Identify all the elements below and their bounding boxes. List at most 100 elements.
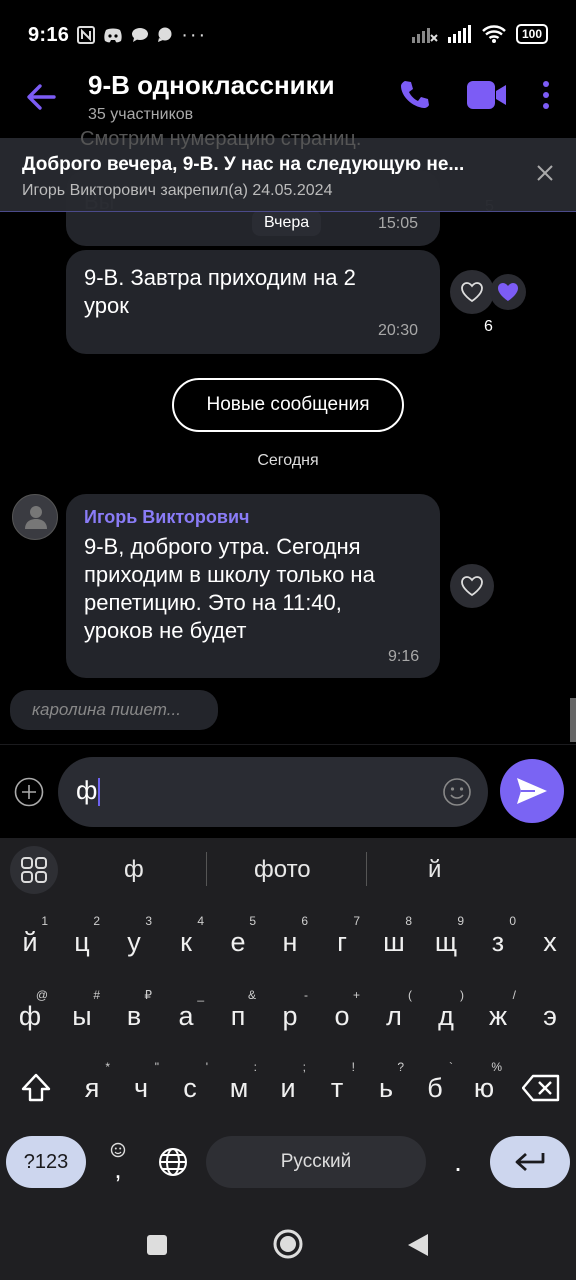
key-secondary-label: 8 (405, 914, 412, 928)
key-secondary-label: 5 (249, 914, 256, 928)
navigation-bar (0, 1206, 576, 1280)
key-secondary-label: + (352, 988, 360, 1002)
key-label: н (282, 926, 298, 957)
key-secondary-label: 7 (353, 914, 360, 928)
video-call-icon[interactable] (466, 80, 508, 110)
globe-icon (159, 1148, 187, 1176)
key-secondary-label: ' (205, 1060, 208, 1074)
more-vert-icon[interactable] (540, 80, 552, 110)
key-row2-3[interactable]: _ а (160, 986, 212, 1046)
key-row1-4[interactable]: 5е (212, 912, 264, 972)
suggestion-3[interactable]: й (428, 856, 441, 884)
pinned-background-text: Смотрим нумерацию страниц. (80, 128, 362, 150)
space-key[interactable]: Русский (206, 1136, 426, 1188)
recents-icon[interactable] (146, 1234, 168, 1256)
home-icon[interactable] (272, 1228, 304, 1260)
key-label: ц (74, 926, 90, 957)
symbols-key[interactable]: ?123 (6, 1136, 86, 1188)
key-row2-10[interactable]: э (524, 986, 576, 1046)
back-nav-icon[interactable] (406, 1232, 430, 1258)
like-reaction-button[interactable] (450, 270, 494, 314)
key-row2-5[interactable]: -р (264, 986, 316, 1046)
scrollbar-thumb[interactable] (570, 698, 576, 742)
key-row2-2[interactable]: ₽ в (108, 986, 160, 1046)
participants-count[interactable]: 35 участников (88, 106, 193, 124)
key-secondary-label: 4 (197, 914, 204, 928)
like-reaction-button[interactable] (450, 564, 494, 608)
battery-indicator: 100 (515, 24, 548, 44)
key-row1-6[interactable]: 7г (316, 912, 368, 972)
key-row2-4[interactable]: & п (212, 986, 264, 1046)
new-messages-button[interactable]: Новые сообщения (172, 378, 404, 432)
key-row3-6[interactable]: ? ь (360, 1058, 412, 1118)
key-row1-1[interactable]: 2ц (56, 912, 108, 972)
liked-reaction-indicator[interactable] (490, 274, 526, 310)
keyboard-apps-button[interactable] (10, 846, 58, 894)
reaction-count: 6 (484, 318, 493, 335)
divider (206, 852, 207, 886)
heart-outline-icon (461, 282, 483, 303)
nfc-icon (77, 26, 96, 44)
status-time: 9:16 (28, 23, 70, 46)
message-text-line: репетицию. Это на 11:40, (84, 590, 342, 615)
key-label: в (126, 1000, 142, 1031)
suggestion-1[interactable]: ф (124, 856, 144, 884)
key-row1-8[interactable]: 9щ (420, 912, 472, 972)
key-label: у (127, 926, 141, 957)
key-row2-0[interactable]: @ ф (4, 986, 56, 1046)
add-attachment-icon[interactable] (14, 777, 44, 807)
key-row3-2[interactable]: ' с (164, 1058, 216, 1118)
key-row2-8[interactable]: ) д (420, 986, 472, 1046)
key-row3-1[interactable]: " ч (115, 1058, 167, 1118)
key-label: п (230, 1000, 246, 1031)
key-label: д (438, 1000, 454, 1031)
send-button[interactable] (500, 759, 564, 823)
key-secondary-label: / (512, 988, 516, 1002)
key-row1-10[interactable]: х (524, 912, 576, 972)
backspace-key[interactable] (514, 1058, 568, 1118)
key-row3-3[interactable]: :м (213, 1058, 265, 1118)
pinned-message-banner[interactable]: Смотрим нумерацию страниц. Доброго вечер… (0, 128, 576, 212)
key-secondary-label: * (105, 1060, 110, 1074)
key-secondary-label: ; (302, 1060, 306, 1074)
key-row3-4[interactable]: ; и (262, 1058, 314, 1118)
emoji-icon[interactable] (442, 777, 472, 807)
phone-icon[interactable] (398, 78, 430, 110)
message-time: 9:16 (388, 648, 420, 665)
enter-key[interactable] (490, 1136, 570, 1188)
key-row2-6[interactable]: + о (316, 986, 368, 1046)
key-label: о (334, 1000, 350, 1031)
message-bubble-yesterday-2[interactable]: 9-В. Завтра приходим на 2 урок 20:30 (66, 250, 440, 354)
key-row1-3[interactable]: 4к (160, 912, 212, 972)
key-row1-0[interactable]: 1й (4, 912, 56, 972)
key-row1-2[interactable]: 3у (108, 912, 160, 972)
avatar[interactable] (12, 494, 58, 540)
key-row3-8[interactable]: % ю (458, 1058, 510, 1118)
message-text-line: приходим в школу только на (84, 562, 375, 587)
key-row2-7[interactable]: (л (368, 986, 420, 1046)
emoji-small-icon (110, 1142, 126, 1158)
key-row2-1[interactable]: # ы (56, 986, 108, 1046)
message-input[interactable]: ф (58, 757, 488, 827)
new-messages-label: Новые сообщения (206, 394, 370, 415)
close-icon[interactable] (536, 164, 554, 182)
chat-title[interactable]: 9-В одноклассники (88, 70, 335, 101)
key-row1-9[interactable]: 0з (472, 912, 524, 972)
suggestion-2[interactable]: фото (254, 856, 311, 884)
key-row3-7[interactable]: ` б (409, 1058, 461, 1118)
key-row3-5[interactable]: ! т (311, 1058, 363, 1118)
shift-key[interactable] (10, 1058, 62, 1118)
heart-filled-icon (498, 283, 518, 301)
comma-emoji-key[interactable]: , (96, 1136, 140, 1188)
language-key[interactable] (150, 1136, 196, 1188)
chat-header: 9-В одноклассники 35 участников (0, 60, 576, 136)
key-row2-9[interactable]: / ж (472, 986, 524, 1046)
key-row1-5[interactable]: 6н (264, 912, 316, 972)
key-label: ы (72, 1000, 92, 1031)
period-key[interactable]: . (436, 1136, 480, 1188)
sender-name[interactable]: Игорь Викторович (84, 507, 249, 528)
key-row3-0[interactable]: * я (66, 1058, 118, 1118)
back-arrow-icon[interactable] (24, 80, 58, 114)
key-row1-7[interactable]: 8ш (368, 912, 420, 972)
key-label: х (543, 926, 557, 957)
